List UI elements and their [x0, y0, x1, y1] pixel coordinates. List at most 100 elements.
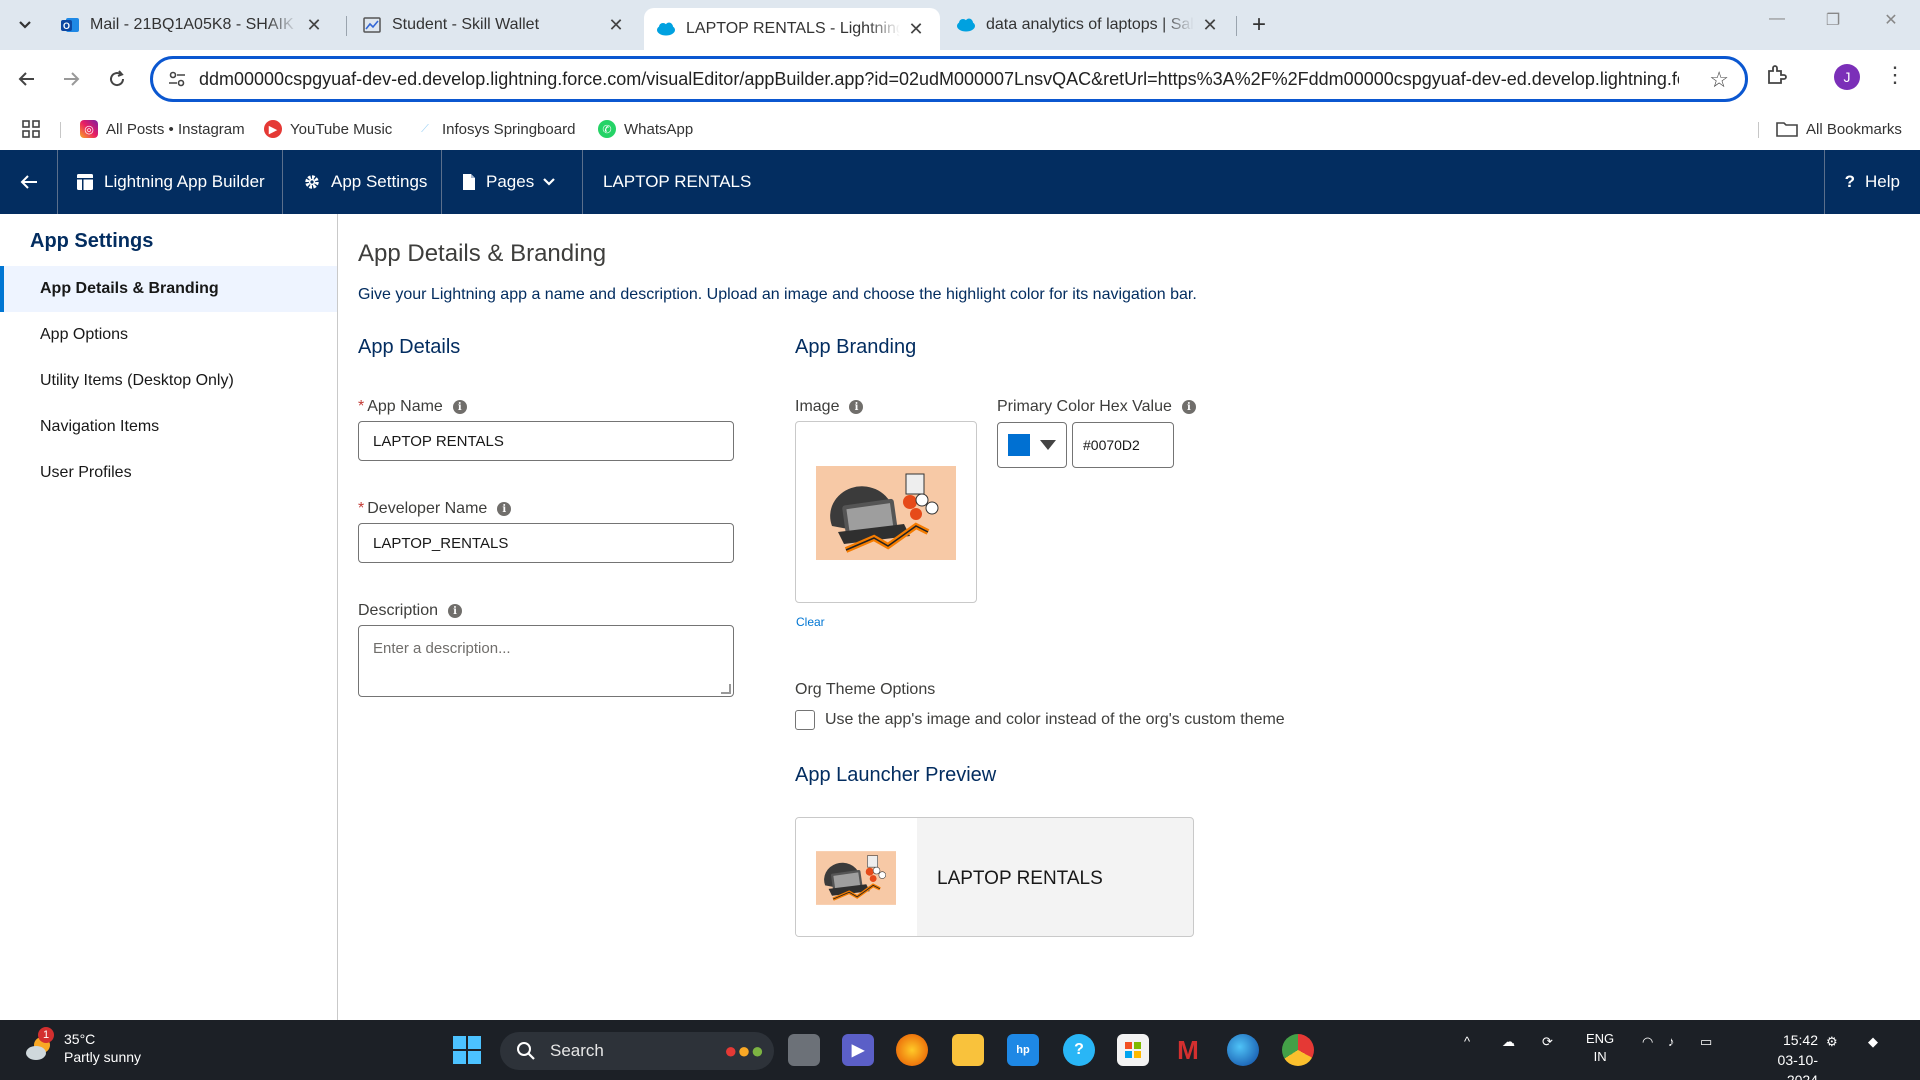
sidebar-item-app-options[interactable]: App Options	[0, 312, 337, 358]
back-button[interactable]	[0, 150, 58, 214]
taskbar-search[interactable]: Search ●●●	[500, 1032, 774, 1070]
get-help-icon[interactable]: ?	[1063, 1034, 1095, 1066]
close-icon[interactable]: ✕	[1200, 15, 1220, 36]
app-builder-icon	[76, 173, 94, 191]
sidebar-item-utility-items[interactable]: Utility Items (Desktop Only)	[0, 358, 337, 404]
browser-tab-data-analytics[interactable]: data analytics of laptops | Salesforce ✕	[944, 8, 1234, 42]
address-bar[interactable]: ddm00000cspgyuaf-dev-ed.develop.lightnin…	[150, 56, 1748, 102]
site-info-icon[interactable]	[167, 69, 187, 94]
info-icon[interactable]: i	[1181, 400, 1196, 414]
org-theme-checkbox[interactable]	[795, 710, 815, 730]
weather-temp: 35°C	[64, 1031, 96, 1047]
settings-sidebar: App Settings App Details & Branding App …	[0, 214, 338, 1020]
info-icon[interactable]: i	[497, 502, 512, 516]
bookmark-label: All Posts • Instagram	[106, 120, 245, 138]
system-clock[interactable]: 15:42 03-10-2024	[1760, 1030, 1818, 1080]
firefox-icon[interactable]	[896, 1034, 928, 1066]
close-icon[interactable]: ✕	[906, 19, 926, 40]
arrow-left-icon	[20, 175, 37, 189]
new-tab-button[interactable]: +	[1246, 12, 1272, 38]
org-theme-label-text: Org Theme Options	[795, 681, 936, 698]
settings-gear-icon[interactable]: ⚙	[1826, 1034, 1838, 1050]
help-button[interactable]: ? Help	[1823, 150, 1920, 214]
resize-handle[interactable]	[721, 684, 731, 694]
bookmark-whatsapp[interactable]: ✆ WhatsApp	[598, 116, 693, 142]
task-view-icon[interactable]	[788, 1034, 820, 1066]
description-textarea[interactable]: Enter a description...	[358, 625, 734, 697]
tab-divider	[1236, 16, 1237, 36]
app-launcher-preview: LAPTOP RENTALS	[795, 817, 1194, 937]
laptop-analytics-image	[816, 466, 956, 560]
clear-image-link[interactable]: Clear	[796, 615, 825, 629]
bookmark-youtube-music[interactable]: ▶ YouTube Music	[264, 116, 392, 142]
sync-icon[interactable]: ⟳	[1542, 1034, 1553, 1050]
browser-tab-skill-wallet[interactable]: Student - Skill Wallet ✕	[350, 8, 640, 42]
browser-tab-mail[interactable]: O Mail - 21BQ1A05K8 - SHAIK JUNAID ✕	[48, 8, 338, 42]
developer-name-label: * Developer Name i	[358, 500, 512, 518]
teams-icon[interactable]: ▶	[842, 1034, 874, 1066]
sidebar-item-navigation-items[interactable]: Navigation Items	[0, 404, 337, 450]
copilot-icon[interactable]: ◆	[1868, 1034, 1878, 1050]
myhp-icon[interactable]: hp	[1007, 1034, 1039, 1066]
tab-title: Mail - 21BQ1A05K8 - SHAIK JUNAID	[90, 16, 298, 33]
bookmark-instagram[interactable]: ◎ All Posts • Instagram	[80, 116, 245, 142]
info-icon[interactable]: i	[452, 400, 467, 414]
back-button[interactable]	[12, 64, 42, 94]
bookmark-label: Infosys Springboard	[442, 120, 576, 138]
color-picker-button[interactable]	[997, 422, 1067, 468]
required-indicator: *	[358, 398, 365, 415]
tab-search-button[interactable]	[10, 12, 40, 38]
sidebar-item-user-profiles[interactable]: User Profiles	[0, 450, 337, 496]
browser-menu-icon[interactable]: ⋮	[1884, 62, 1906, 88]
volume-icon[interactable]: ♪	[1668, 1034, 1675, 1049]
language-indicator[interactable]: ENG IN	[1586, 1030, 1614, 1066]
onedrive-icon[interactable]: ☁	[1502, 1034, 1515, 1050]
info-icon[interactable]: i	[849, 400, 864, 414]
app-settings-label: App Settings	[331, 172, 428, 191]
all-bookmarks-button[interactable]: All Bookmarks	[1776, 116, 1902, 142]
all-bookmarks-label: All Bookmarks	[1806, 120, 1902, 138]
sidebar-title: App Settings	[30, 230, 154, 252]
org-theme-checkbox-label[interactable]: Use the app's image and color instead of…	[825, 711, 1285, 729]
extensions-icon[interactable]	[1765, 64, 1787, 92]
profile-avatar[interactable]: J	[1834, 64, 1860, 90]
close-icon[interactable]: ✕	[304, 15, 324, 36]
info-icon[interactable]: i	[448, 604, 463, 618]
apps-grid-icon[interactable]	[22, 116, 40, 142]
microsoft-store-icon[interactable]	[1117, 1034, 1149, 1066]
minimize-icon[interactable]: —	[1762, 10, 1792, 28]
wifi-icon[interactable]: ◠	[1642, 1034, 1653, 1050]
hex-color-input[interactable]: #0070D2	[1072, 422, 1174, 468]
bookmark-star-icon[interactable]: ☆	[1709, 67, 1729, 93]
file-explorer-icon[interactable]	[952, 1034, 984, 1066]
browser-tab-app-builder[interactable]: LAPTOP RENTALS - Lightning App Builder ✕	[644, 8, 940, 50]
developer-name-input[interactable]: LAPTOP_RENTALS	[358, 523, 734, 563]
arrow-right-icon	[64, 72, 80, 86]
description-placeholder: Enter a description...	[373, 640, 511, 657]
edge-icon[interactable]	[1227, 1034, 1259, 1066]
tab-divider	[346, 16, 347, 36]
bookmark-infosys[interactable]: ⟋ Infosys Springboard	[416, 116, 575, 142]
app-name-input[interactable]: LAPTOP RENTALS	[358, 421, 734, 461]
close-icon[interactable]: ✕	[606, 15, 626, 36]
sidebar-item-app-details-branding[interactable]: App Details & Branding	[0, 266, 337, 312]
org-theme-label: Org Theme Options	[795, 681, 935, 699]
pages-dropdown[interactable]: Pages	[442, 150, 583, 214]
chrome-icon[interactable]	[1282, 1034, 1314, 1066]
app-settings-button[interactable]: App Settings	[283, 150, 442, 214]
battery-icon[interactable]: ▭	[1700, 1034, 1712, 1050]
app-image-upload[interactable]	[795, 421, 977, 603]
restore-icon[interactable]: ❐	[1818, 10, 1848, 30]
browser-toolbar: ddm00000cspgyuaf-dev-ed.develop.lightnin…	[0, 50, 1920, 108]
mcafee-icon[interactable]: M	[1172, 1034, 1204, 1066]
lightning-app-builder-menu[interactable]: Lightning App Builder	[58, 150, 283, 214]
windows-start-icon[interactable]	[451, 1034, 483, 1066]
show-hidden-icons[interactable]: ^	[1464, 1034, 1470, 1049]
caret-down-icon	[1040, 440, 1056, 450]
window-close-icon[interactable]: ✕	[1876, 10, 1906, 30]
bookmark-divider	[60, 122, 61, 138]
forward-button[interactable]	[56, 64, 86, 94]
reload-button[interactable]	[102, 64, 132, 94]
weather-widget[interactable]: 1 35°C Partly sunny	[24, 1027, 141, 1066]
app-branding-heading: App Branding	[795, 336, 917, 358]
